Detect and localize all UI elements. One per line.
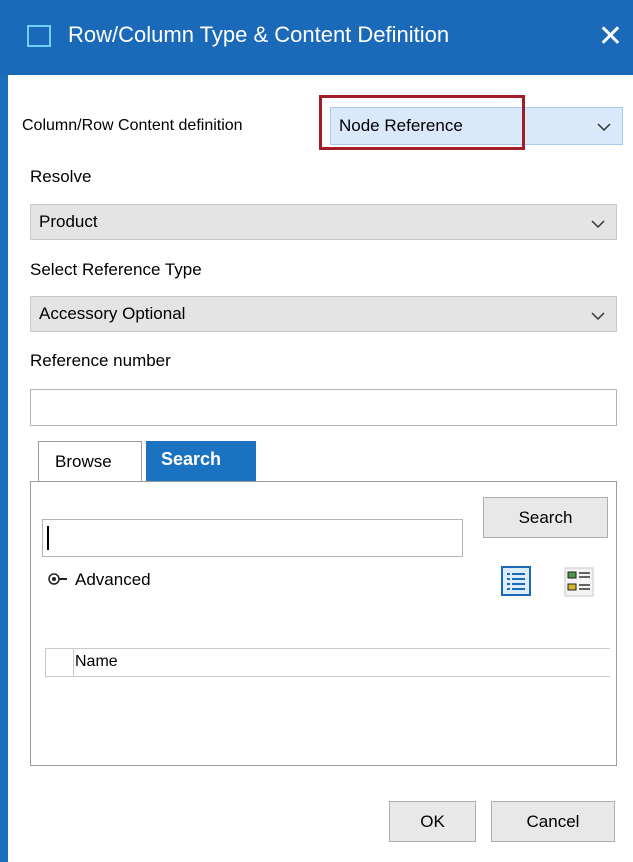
resolve-label: Resolve — [30, 167, 92, 186]
cancel-button[interactable]: Cancel — [491, 801, 615, 842]
resolve-select[interactable]: Product — [30, 204, 617, 240]
advanced-label[interactable]: Advanced — [75, 570, 151, 590]
chevron-down-icon — [591, 219, 605, 233]
detail-view-icon[interactable] — [564, 567, 594, 597]
cancel-button-label: Cancel — [526, 812, 580, 831]
search-input[interactable] — [42, 519, 463, 557]
column-header-name[interactable]: Name — [75, 653, 118, 671]
reference-type-select[interactable]: Accessory Optional — [30, 296, 617, 332]
dialog-window: Row/Column Type & Content Definition ✕ C… — [0, 0, 633, 862]
content-definition-select[interactable]: Node Reference — [330, 107, 623, 145]
reference-number-input[interactable] — [30, 389, 617, 426]
window-frame-left — [0, 75, 8, 862]
ok-button-label: OK — [420, 812, 445, 831]
window-title: Row/Column Type & Content Definition — [68, 22, 450, 47]
column-divider[interactable] — [73, 649, 74, 676]
reference-number-label: Reference number — [30, 351, 171, 370]
ok-button[interactable]: OK — [389, 801, 476, 842]
reference-type-label: Select Reference Type — [30, 260, 202, 279]
results-list-header: Name — [45, 648, 610, 677]
content-definition-label: Column/Row Content definition — [22, 117, 243, 134]
chevron-down-icon — [597, 122, 611, 136]
text-caret — [47, 526, 49, 550]
list-view-icon[interactable] — [501, 566, 531, 596]
search-button-label: Search — [518, 508, 573, 527]
reference-type-value: Accessory Optional — [39, 304, 186, 323]
column-divider — [45, 649, 46, 676]
tab-browse[interactable]: Browse — [38, 441, 142, 481]
search-button[interactable]: Search — [483, 497, 608, 538]
content-definition-value: Node Reference — [339, 116, 463, 135]
window-icon — [27, 25, 51, 47]
expand-advanced-icon[interactable] — [47, 571, 73, 592]
tab-search[interactable]: Search — [146, 441, 256, 481]
tab-search-label: Search — [161, 449, 222, 469]
close-button[interactable]: ✕ — [588, 14, 633, 60]
title-bar: Row/Column Type & Content Definition ✕ — [0, 0, 633, 75]
tab-browse-label: Browse — [55, 452, 112, 471]
chevron-down-icon — [591, 311, 605, 325]
resolve-value: Product — [39, 212, 98, 231]
